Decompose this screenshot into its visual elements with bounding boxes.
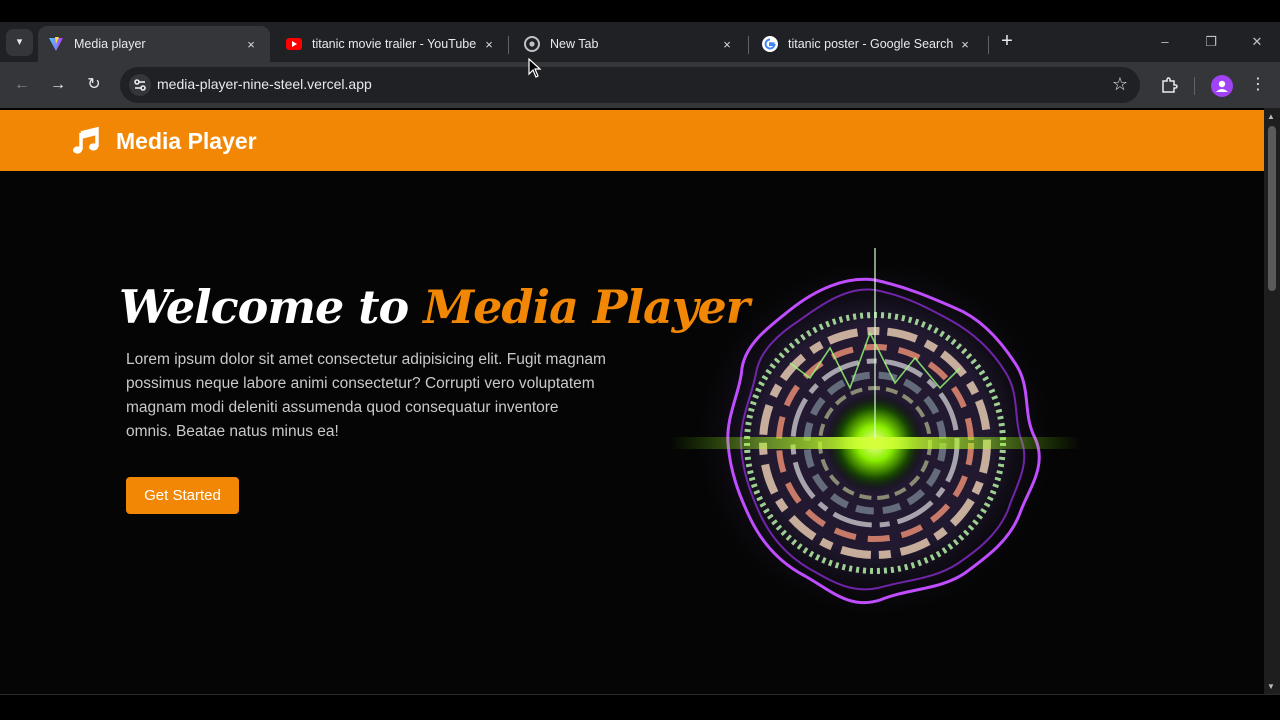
tab-title: titanic movie trailer - YouTube xyxy=(312,37,477,51)
hero-title: Welcome to Media Player xyxy=(119,280,750,334)
tab-google-search[interactable]: titanic poster - Google Search × xyxy=(752,26,984,62)
profile-avatar-icon[interactable] xyxy=(1211,75,1233,97)
vercel-favicon-icon xyxy=(48,36,64,52)
get-started-button[interactable]: Get Started xyxy=(126,477,239,514)
google-favicon-icon xyxy=(762,36,778,52)
page-scrollbar[interactable]: ▲ ▼ xyxy=(1264,108,1280,694)
tab-close-icon[interactable]: × xyxy=(956,37,974,52)
mouse-cursor-icon xyxy=(528,58,542,78)
toolbar-divider xyxy=(1194,77,1195,95)
browser-window: ▾ Media player × titanic movie trailer -… xyxy=(0,0,1280,720)
web-page: Media Player Welcome to Media Player Lor… xyxy=(0,108,1264,694)
hero-title-white: Welcome to xyxy=(119,280,409,334)
reload-icon[interactable]: ↻ xyxy=(82,73,106,97)
tab-close-icon[interactable]: × xyxy=(242,37,260,52)
music-note-icon xyxy=(71,126,101,156)
youtube-favicon-icon xyxy=(286,36,302,52)
tab-media-player[interactable]: Media player × xyxy=(38,26,270,62)
browser-toolbar: ← → ↻ media-player-nine-steel.vercel.app… xyxy=(0,62,1280,108)
forward-arrow-icon[interactable]: → xyxy=(46,73,70,97)
tab-strip: ▾ Media player × titanic movie trailer -… xyxy=(0,22,1280,62)
brand-name[interactable]: Media Player xyxy=(116,128,257,155)
tab-search-icon[interactable]: ▾ xyxy=(6,29,33,56)
tab-close-icon[interactable]: × xyxy=(718,37,736,52)
menu-kebab-icon[interactable]: ⋮ xyxy=(1246,73,1270,97)
scroll-down-icon[interactable]: ▼ xyxy=(1267,682,1275,691)
tab-separator xyxy=(988,36,989,54)
tab-separator xyxy=(508,36,509,54)
url-text[interactable]: media-player-nine-steel.vercel.app xyxy=(157,76,372,92)
new-tab-button[interactable]: + xyxy=(995,30,1019,54)
extensions-icon[interactable] xyxy=(1157,73,1181,97)
site-settings-icon[interactable] xyxy=(128,73,152,97)
scrollbar-thumb[interactable] xyxy=(1268,126,1276,291)
tab-title: Media player xyxy=(74,37,146,51)
tab-youtube[interactable]: titanic movie trailer - YouTube × xyxy=(276,26,508,62)
audio-visualizer-image xyxy=(670,248,1080,618)
restore-button[interactable]: ❐ xyxy=(1196,30,1226,54)
minimize-button[interactable]: – xyxy=(1150,30,1180,54)
tab-new-tab[interactable]: New Tab × xyxy=(514,26,746,62)
tab-close-icon[interactable]: × xyxy=(480,37,498,52)
tab-separator xyxy=(748,36,749,54)
bookmark-star-icon[interactable]: ☆ xyxy=(1112,74,1128,95)
tab-title: New Tab xyxy=(550,37,599,51)
tab-title: titanic poster - Google Search xyxy=(788,37,954,51)
chrome-favicon-icon xyxy=(524,36,540,52)
back-arrow-icon[interactable]: ← xyxy=(10,73,34,97)
scroll-up-icon[interactable]: ▲ xyxy=(1267,112,1275,121)
bottom-bar xyxy=(0,694,1280,720)
address-bar[interactable]: media-player-nine-steel.vercel.app ☆ xyxy=(120,67,1140,103)
site-navbar: Media Player xyxy=(0,110,1264,171)
close-window-button[interactable]: ✕ xyxy=(1242,30,1272,54)
hero-description: Lorem ipsum dolor sit amet consectetur a… xyxy=(126,351,606,440)
